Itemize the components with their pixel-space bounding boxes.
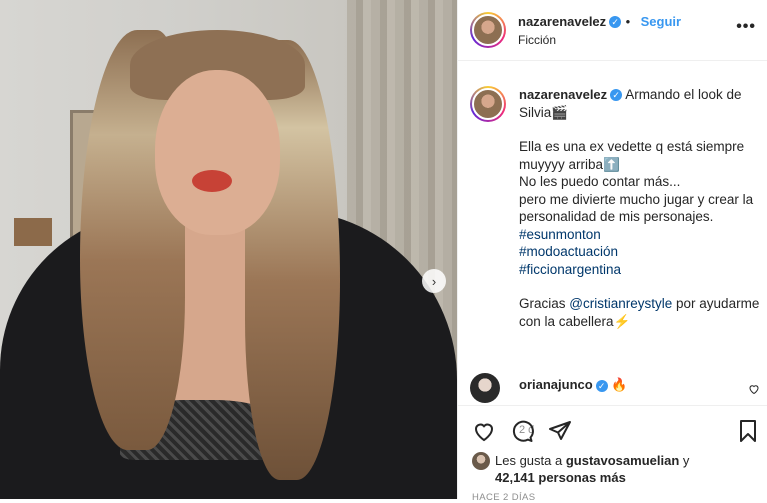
caption-avatar[interactable] — [470, 86, 506, 122]
mention-link[interactable]: @cristianreystyle — [569, 296, 672, 311]
caption-text: nazarenavelez ✓ Armando el look de Silvia… — [519, 86, 767, 330]
caption-line-2: Ella es una ex vedette q está siempre mu… — [519, 139, 745, 172]
caption-line-4: pero me divierte mucho jugar y crear la … — [519, 191, 754, 225]
post-timestamp[interactable]: HACE 2 DÍAS — [472, 492, 536, 503]
liker-username[interactable]: gustavosamuelian — [566, 453, 679, 468]
thanks-prefix: Gracias — [519, 296, 566, 311]
caption-username[interactable]: nazarenavelez — [519, 87, 607, 102]
heart-icon[interactable] — [472, 419, 496, 443]
likes-and: y — [682, 453, 690, 468]
chevron-right-icon[interactable]: › — [422, 269, 446, 293]
verified-icon: ✓ — [609, 15, 622, 28]
separator: • — [625, 14, 631, 29]
comment-row: orianajunco ✓ 🔥 — [470, 373, 762, 403]
verified-icon: ✓ — [595, 379, 608, 392]
follow-button[interactable]: Seguir — [641, 14, 681, 29]
bookmark-icon[interactable] — [736, 419, 760, 443]
likes-count[interactable]: 42,141 personas más — [495, 470, 626, 485]
comment-text: orianajunco ✓ 🔥 — [519, 377, 628, 393]
avatar[interactable] — [470, 12, 506, 48]
wall-picture — [14, 218, 52, 246]
commenter-avatar[interactable] — [470, 373, 500, 403]
action-bar: Les gusta a gustavosamuelian y 42,141 pe… — [458, 405, 767, 503]
hashtag-link[interactable]: #esunmonton — [519, 227, 601, 242]
post-side-panel: nazarenavelez ✓ • Seguir Ficción ••• naza… — [457, 0, 767, 503]
instagram-post: › nazarenavelez ✓ • Seguir Ficción ••• na… — [0, 0, 767, 503]
more-options-icon[interactable]: ••• — [736, 18, 756, 36]
comment-icon[interactable] — [510, 419, 534, 443]
hashtag-link[interactable]: #ficcionargentina — [519, 262, 621, 277]
caption-line-3: No les puedo contar más... — [519, 174, 681, 189]
hashtag-link[interactable]: #modoactuación — [519, 244, 618, 259]
comment-like-icon[interactable] — [748, 383, 760, 398]
location-link[interactable]: Ficción — [518, 33, 556, 47]
lips — [192, 170, 232, 192]
verified-icon: ✓ — [610, 89, 623, 102]
liker-avatar[interactable] — [472, 452, 490, 470]
face — [155, 70, 280, 235]
likes-prefix: Les gusta a — [495, 453, 563, 468]
likes-text: Les gusta a gustavosamuelian y 42,141 pe… — [495, 452, 689, 486]
comment-body: 🔥 — [611, 377, 628, 392]
header-user: nazarenavelez ✓ • Seguir — [518, 13, 681, 31]
post-photo[interactable]: › — [0, 0, 457, 499]
share-icon[interactable] — [548, 419, 572, 443]
username-link[interactable]: nazarenavelez — [518, 14, 606, 29]
post-header: nazarenavelez ✓ • Seguir Ficción ••• — [458, 0, 767, 61]
commenter-username[interactable]: orianajunco — [519, 377, 593, 392]
